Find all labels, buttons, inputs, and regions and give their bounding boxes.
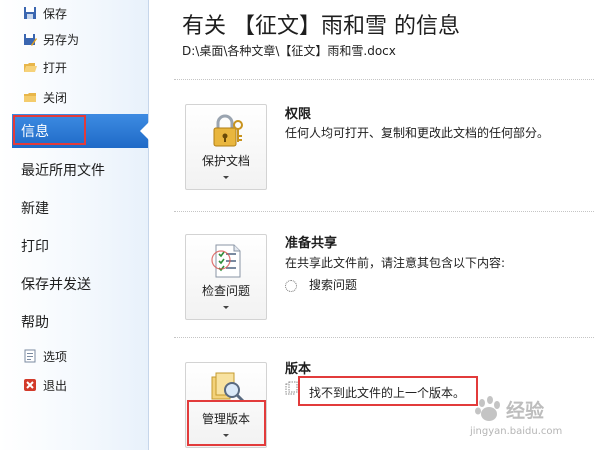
options-icon: [23, 349, 37, 363]
lock-key-icon: [208, 113, 246, 149]
search-issues-item: 搜索问题: [285, 276, 357, 293]
info-panel: 有关 【征文】雨和雪 的信息 D:\桌面\各种文章\【征文】雨和雪.docx 保…: [150, 0, 601, 450]
sidebar-item-label: 打开: [43, 60, 68, 75]
sidebar-item-label: 选项: [43, 349, 68, 364]
paw-logo-icon: [474, 395, 502, 427]
watermark-text: 经验: [506, 400, 545, 422]
sidebar-item-label: 另存为: [43, 32, 80, 47]
active-pointer-arrow: [140, 122, 149, 140]
sidebar-item-close[interactable]: 关闭: [0, 84, 148, 110]
loading-spinner-icon: [285, 279, 297, 292]
backstage-sidebar: 保存 另存为 打开 关闭 信息 最近所用文件 新建 打印 保存并发送 帮助 选项…: [0, 0, 149, 450]
button-label: 检查问题: [201, 284, 250, 298]
section-description-prepare-sharing: 在共享此文件前，请注意其包含以下内容:: [285, 256, 506, 270]
sidebar-item-label: 保存并发送: [21, 277, 91, 293]
section-title-prepare-sharing: 准备共享: [285, 236, 338, 251]
button-label: 保护文档: [201, 154, 250, 168]
watermark-url: jingyan.baidu.com: [470, 426, 563, 437]
sidebar-item-label: 最近所用文件: [21, 163, 105, 179]
checklist-icon: [208, 243, 246, 279]
sidebar-item-new[interactable]: 新建: [0, 190, 148, 226]
open-folder-icon: [23, 60, 37, 74]
divider: [174, 79, 594, 80]
divider: [174, 211, 594, 212]
sidebar-item-label: 打印: [21, 239, 49, 255]
sidebar-item-options[interactable]: 选项: [0, 343, 148, 369]
baidu-jingyan-watermark: 经验 jingyan.baidu.com: [470, 393, 598, 447]
page-title: 有关 【征文】雨和雪 的信息: [182, 14, 460, 39]
sidebar-item-save-send[interactable]: 保存并发送: [0, 266, 148, 302]
document-path: D:\桌面\各种文章\【征文】雨和雪.docx: [182, 44, 396, 58]
chevron-down-icon: [223, 306, 229, 309]
sidebar-item-label: 退出: [43, 378, 68, 393]
sidebar-item-label: 信息: [21, 124, 49, 140]
chevron-down-icon: [223, 176, 229, 179]
save-as-icon: [23, 32, 37, 46]
close-folder-icon: [23, 90, 37, 104]
sidebar-item-open[interactable]: 打开: [0, 54, 148, 80]
sidebar-item-label: 关闭: [43, 90, 68, 105]
sidebar-item-exit[interactable]: 退出: [0, 372, 148, 398]
document-versions-icon: [285, 380, 299, 395]
search-issues-label: 搜索问题: [309, 278, 358, 292]
section-title-versions: 版本: [285, 362, 312, 377]
check-for-issues-button[interactable]: 检查问题: [185, 234, 267, 320]
highlight-box-manage-versions: [187, 400, 266, 446]
sidebar-item-label: 帮助: [21, 315, 49, 331]
save-icon: [23, 6, 37, 20]
sidebar-item-save[interactable]: 保存: [0, 0, 148, 26]
sidebar-item-info[interactable]: 信息: [12, 114, 148, 148]
sidebar-item-label: 新建: [21, 201, 49, 217]
highlight-box-versions-text: [298, 376, 478, 406]
sidebar-item-print[interactable]: 打印: [0, 228, 148, 264]
section-description-permissions: 任何人均可打开、复制和更改此文档的任何部分。: [285, 126, 550, 140]
sidebar-item-label: 保存: [43, 6, 68, 21]
exit-icon: [23, 378, 37, 392]
sidebar-item-recent[interactable]: 最近所用文件: [0, 152, 148, 188]
sidebar-item-help[interactable]: 帮助: [0, 304, 148, 340]
divider: [174, 337, 594, 338]
sidebar-item-save-as[interactable]: 另存为: [0, 26, 148, 52]
protect-document-button[interactable]: 保护文档: [185, 104, 267, 190]
section-title-permissions: 权限: [285, 107, 312, 122]
